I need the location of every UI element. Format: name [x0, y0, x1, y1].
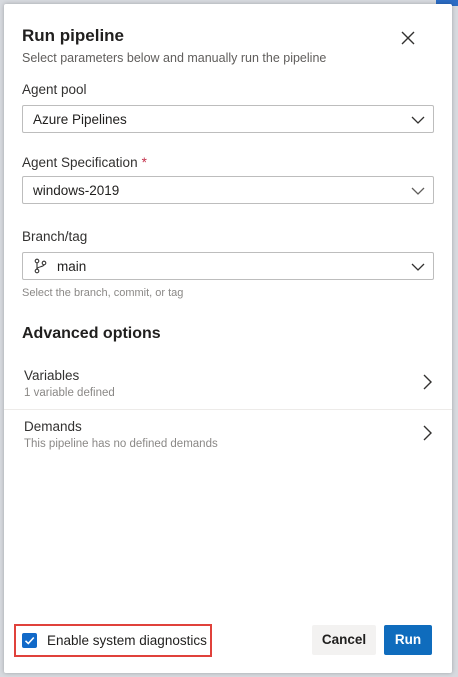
variables-subtitle: 1 variable defined — [24, 387, 115, 399]
chevron-right-icon — [423, 374, 432, 390]
agent-spec-label-row: Agent Specification * — [22, 155, 147, 170]
branch-label: Branch/tag — [22, 229, 88, 244]
run-pipeline-dialog: Run pipeline Select parameters below and… — [4, 4, 452, 673]
agent-spec-label: Agent Specification — [22, 155, 138, 170]
branch-icon — [34, 258, 47, 274]
agent-pool-dropdown[interactable]: Azure Pipelines — [22, 105, 434, 133]
agent-spec-dropdown[interactable]: windows-2019 — [22, 176, 434, 204]
demands-subtitle: This pipeline has no defined demands — [24, 438, 218, 450]
dialog-subtitle: Select parameters below and manually run… — [22, 51, 327, 65]
required-marker: * — [141, 155, 147, 170]
branch-hint: Select the branch, commit, or tag — [22, 287, 184, 299]
agent-spec-value: windows-2019 — [33, 183, 120, 198]
run-button[interactable]: Run — [384, 625, 432, 655]
cancel-button[interactable]: Cancel — [312, 625, 376, 655]
close-button[interactable] — [396, 26, 420, 50]
variables-row[interactable]: Variables 1 variable defined — [4, 368, 452, 414]
agent-pool-label: Agent pool — [22, 82, 87, 97]
demands-title: Demands — [24, 419, 82, 434]
chevron-down-icon — [411, 116, 425, 124]
agent-pool-value: Azure Pipelines — [33, 112, 127, 127]
branch-dropdown[interactable]: main — [22, 252, 434, 280]
diagnostics-label[interactable]: Enable system diagnostics — [47, 633, 207, 648]
chevron-down-icon — [411, 263, 425, 271]
chevron-right-icon — [423, 425, 432, 441]
checkmark-icon — [24, 636, 35, 645]
close-icon — [401, 31, 415, 45]
diagnostics-checkbox[interactable] — [22, 633, 37, 648]
chevron-down-icon — [411, 187, 425, 195]
advanced-options-heading: Advanced options — [22, 325, 161, 342]
row-divider — [4, 409, 452, 410]
demands-row[interactable]: Demands This pipeline has no defined dem… — [4, 419, 452, 465]
branch-value: main — [57, 259, 87, 274]
variables-title: Variables — [24, 368, 80, 383]
dialog-title: Run pipeline — [22, 26, 124, 45]
